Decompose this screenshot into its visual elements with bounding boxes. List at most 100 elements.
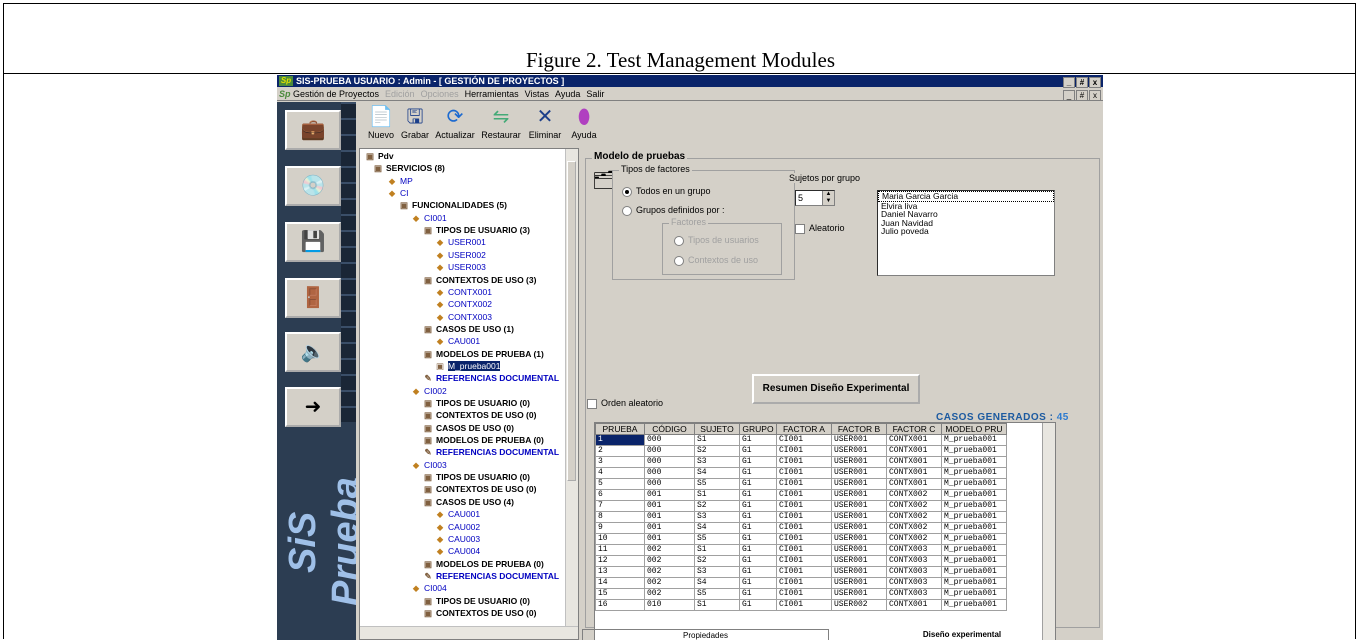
tree-node[interactable]: ◆ CAU001 (434, 509, 480, 520)
grid-cell[interactable]: 002 (644, 577, 695, 589)
tree-node[interactable]: ▣ SERVICIOS (8) (372, 163, 445, 174)
grid-cell[interactable]: 11 (595, 544, 645, 556)
grid-cell[interactable]: 000 (644, 434, 695, 446)
grid-cell[interactable]: USER001 (831, 467, 887, 479)
stepper-arrows-icon[interactable]: ▲ ▼ (822, 191, 834, 205)
tree-node[interactable]: ▣ TIPOS DE USUARIO (3) (422, 225, 530, 236)
tree-node[interactable]: ▣ CONTEXTOS DE USO (0) (422, 484, 536, 495)
maximize-button[interactable]: # (1076, 77, 1088, 88)
menu-herramientas[interactable]: Herramientas (465, 89, 519, 99)
help-button[interactable]: ⬮ Ayuda (567, 103, 601, 147)
tree-node[interactable]: ▣ CONTEXTOS DE USO (3) (422, 275, 536, 286)
grid-cell[interactable]: G1 (739, 478, 777, 490)
grid-cell[interactable]: S1 (694, 544, 740, 556)
grid-cell[interactable]: 7 (595, 500, 645, 512)
tree-node[interactable]: ◆ MP (386, 176, 413, 187)
grid-cell[interactable]: USER001 (831, 445, 887, 457)
grid-cell[interactable]: CONTX003 (886, 544, 942, 556)
grid-cell[interactable]: CONTX001 (886, 445, 942, 457)
tree-scroll-thumb[interactable] (567, 161, 576, 481)
grid-cell[interactable]: G1 (739, 577, 777, 589)
grid-cell[interactable]: CONTX002 (886, 533, 942, 545)
random-order-checkbox[interactable]: Orden aleatorio (587, 398, 663, 409)
grid-cell[interactable]: USER001 (831, 500, 887, 512)
grid-cell[interactable]: 001 (644, 489, 695, 501)
table-row[interactable]: 6 001 S1 G1 CI001 USER001 CONTX002 M_prueba001 (595, 489, 1007, 501)
radio-usage-contexts[interactable]: Contextos de uso (674, 255, 758, 266)
grid-cell[interactable]: 8 (595, 511, 645, 523)
grid-column-header[interactable]: MODELO PRU (941, 423, 1007, 435)
grid-cell[interactable]: CI001 (776, 445, 832, 457)
grid-cell[interactable]: S3 (694, 456, 740, 468)
grid-cell[interactable]: M_prueba001 (941, 533, 1007, 545)
grid-column-header[interactable]: FACTOR B (831, 423, 887, 435)
grid-cell[interactable]: S3 (694, 566, 740, 578)
table-row[interactable]: 7 001 S2 G1 CI001 USER001 CONTX002 M_prueba001 (595, 500, 1007, 512)
grid-cell[interactable]: 002 (644, 555, 695, 567)
menu-vistas[interactable]: Vistas (525, 89, 549, 99)
grid-cell[interactable]: USER001 (831, 555, 887, 567)
grid-cell[interactable]: G1 (739, 456, 777, 468)
tree-node[interactable]: ◆ CAU001 (434, 336, 480, 347)
grid-cell[interactable]: CI001 (776, 588, 832, 600)
grid-cell[interactable]: G1 (739, 555, 777, 567)
grid-cell[interactable]: USER001 (831, 511, 887, 523)
grid-cell[interactable]: 15 (595, 588, 645, 600)
grid-cell[interactable]: 9 (595, 522, 645, 534)
grid-cell[interactable]: CI001 (776, 577, 832, 589)
grid-cell[interactable]: CI001 (776, 467, 832, 479)
menu-opciones[interactable]: Opciones (421, 89, 459, 99)
grid-cell[interactable]: M_prueba001 (941, 566, 1007, 578)
grid-cell[interactable]: S1 (694, 599, 740, 611)
grid-cell[interactable]: CI001 (776, 456, 832, 468)
grid-cell[interactable]: CONTX001 (886, 456, 942, 468)
grid-cell[interactable]: 001 (644, 511, 695, 523)
cd-icon[interactable]: 💿 (285, 166, 341, 206)
grid-cell[interactable]: USER001 (831, 544, 887, 556)
grid-cell[interactable]: 000 (644, 467, 695, 479)
menu-ayuda[interactable]: Ayuda (555, 89, 580, 99)
grid-cell[interactable]: CONTX002 (886, 511, 942, 523)
grid-cell[interactable]: CI001 (776, 511, 832, 523)
tree-node[interactable]: ▣ CASOS DE USO (1) (422, 324, 514, 335)
grid-cell[interactable]: CONTX001 (886, 467, 942, 479)
radio-groups-defined[interactable]: Grupos definidos por : (622, 205, 725, 216)
grid-cell[interactable]: G1 (739, 544, 777, 556)
subjects-list[interactable]: Maria Garcia Garcia Elvira liva Daniel Nav… (877, 190, 1055, 276)
grid-cell[interactable]: USER001 (831, 489, 887, 501)
grid-cell[interactable]: CONTX003 (886, 555, 942, 567)
mdi-close-button[interactable]: x (1089, 90, 1101, 101)
grid-cell[interactable]: G1 (739, 588, 777, 600)
tree-node[interactable]: ◆ CI001 (410, 213, 447, 224)
grid-cell[interactable]: M_prueba001 (941, 511, 1007, 523)
grid-cell[interactable]: S5 (694, 478, 740, 490)
grid-cell[interactable]: USER001 (831, 566, 887, 578)
tree-node[interactable]: ◆ CONTX001 (434, 287, 492, 298)
tree-node[interactable]: ▣ TIPOS DE USUARIO (0) (422, 398, 530, 409)
menu-salir[interactable]: Salir (586, 89, 604, 99)
tree-node[interactable]: ▣ CONTEXTOS DE USO (0) (422, 608, 536, 619)
grid-cell[interactable]: 2 (595, 445, 645, 457)
tree-node[interactable]: ✎ REFERENCIAS DOCUMENTAL (422, 571, 559, 582)
tree-node[interactable]: ▣ CONTEXTOS DE USO (0) (422, 410, 536, 421)
radio-user-types[interactable]: Tipos de usuarios (674, 235, 759, 246)
tree-node[interactable]: ▣ TIPOS DE USUARIO (0) (422, 596, 530, 607)
grid-cell[interactable]: CONTX003 (886, 588, 942, 600)
grid-cell[interactable]: M_prueba001 (941, 478, 1007, 490)
table-row[interactable]: 5 000 S5 G1 CI001 USER001 CONTX001 M_prueba001 (595, 478, 1007, 490)
grid-cell[interactable]: 000 (644, 456, 695, 468)
grid-cell[interactable]: USER001 (831, 456, 887, 468)
table-row[interactable]: 11 002 S1 G1 CI001 USER001 CONTX003 M_prueba001 (595, 544, 1007, 556)
grid-column-header[interactable]: FACTOR C (886, 423, 942, 435)
tree-node[interactable]: ◆ CAU002 (434, 522, 480, 533)
tree-node[interactable]: ◆ CONTX003 (434, 312, 492, 323)
grid-cell[interactable]: USER001 (831, 434, 887, 446)
grid-cell[interactable]: M_prueba001 (941, 500, 1007, 512)
grid-column-header[interactable]: FACTOR A (776, 423, 832, 435)
grid-cell[interactable]: M_prueba001 (941, 555, 1007, 567)
grid-cell[interactable]: S4 (694, 522, 740, 534)
table-row[interactable]: 4 000 S4 G1 CI001 USER001 CONTX001 M_prueba001 (595, 467, 1007, 479)
grid-cell[interactable]: USER001 (831, 588, 887, 600)
tree-vertical-scrollbar[interactable] (565, 149, 578, 627)
grid-cell[interactable]: S4 (694, 577, 740, 589)
